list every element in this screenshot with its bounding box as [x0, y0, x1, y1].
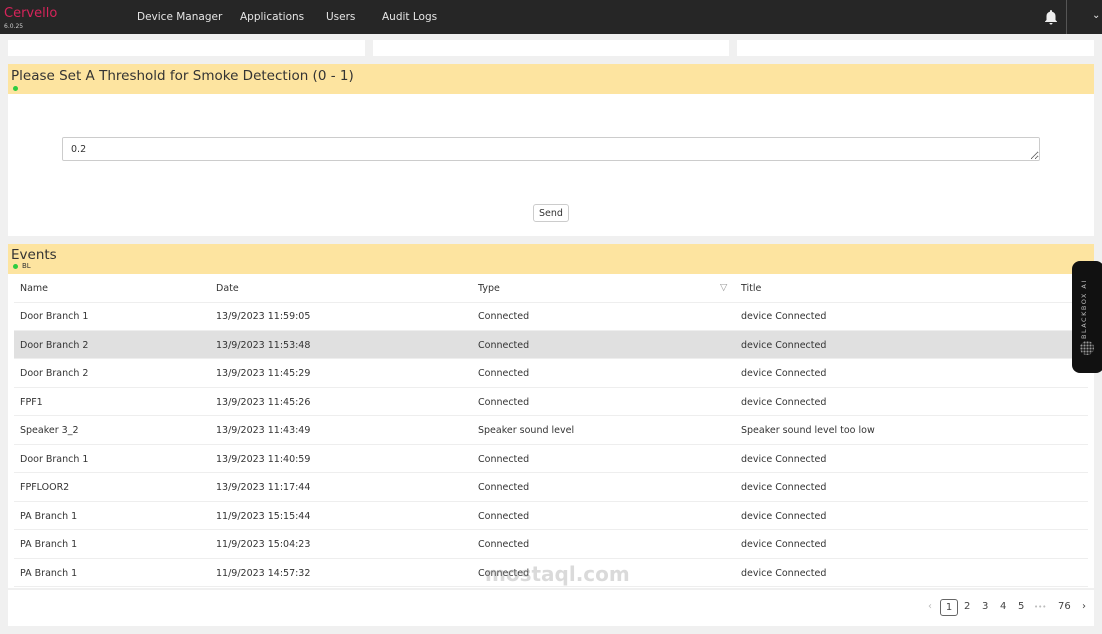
- events-panel: Events BL Name Date Type ▽ Title Door Br…: [8, 244, 1094, 588]
- cell-name: Door Branch 1: [20, 453, 89, 465]
- cell-name: PA Branch 1: [20, 567, 78, 579]
- cell-date: 13/9/2023 11:53:48: [216, 339, 311, 351]
- threshold-title: Please Set A Threshold for Smoke Detecti…: [11, 68, 354, 84]
- status-dot: [13, 86, 18, 91]
- blackbox-widget[interactable]: BLACKBOX AI: [1072, 261, 1102, 373]
- cell-name: Speaker 3_2: [20, 425, 79, 436]
- prev-page-icon[interactable]: ‹: [928, 601, 932, 612]
- page-2[interactable]: 2: [964, 601, 970, 612]
- send-button[interactable]: Send: [533, 204, 569, 222]
- col-name[interactable]: Name: [20, 283, 48, 294]
- cell-date: 11/9/2023 14:57:32: [216, 567, 311, 579]
- nav-applications[interactable]: Applications: [240, 11, 304, 23]
- table-row[interactable]: Door Branch 2 13/9/2023 11:53:48 Connected…: [14, 330, 1088, 359]
- page-1[interactable]: 1: [940, 599, 958, 616]
- bell-icon[interactable]: [1043, 9, 1059, 25]
- summary-card: [8, 40, 365, 56]
- cell-name: Door Branch 1: [20, 311, 89, 322]
- col-title[interactable]: Title: [741, 283, 761, 294]
- page-5[interactable]: 5: [1018, 601, 1024, 612]
- cell-title: device Connected: [741, 510, 827, 522]
- table-row[interactable]: FPF1 13/9/2023 11:45:26 Connected device Co…: [14, 388, 1088, 416]
- pagination: ‹ 1 2 3 4 5 ••• 76 ›: [8, 590, 1094, 626]
- cell-title: device Connected: [741, 539, 827, 550]
- cell-title: device Connected: [741, 311, 827, 322]
- cell-date: 11/9/2023 15:04:23: [216, 539, 311, 550]
- cell-date: 13/9/2023 11:45:29: [216, 368, 311, 379]
- widget-label: BLACKBOX AI: [1080, 279, 1088, 339]
- events-title: Events: [11, 247, 57, 263]
- summary-card: [737, 40, 1094, 56]
- cell-name: PA Branch 1: [20, 539, 78, 550]
- table-header: Name Date Type ▽ Title: [14, 274, 1088, 303]
- cell-title: device Connected: [741, 368, 827, 379]
- cell-type: Connected: [478, 453, 530, 465]
- cell-type: Connected: [478, 539, 530, 550]
- cell-date: 13/9/2023 11:17:44: [216, 482, 311, 493]
- cell-date: 11/9/2023 15:15:44: [216, 510, 311, 522]
- threshold-input[interactable]: 0.2: [62, 137, 1040, 161]
- status-dot: [13, 264, 18, 269]
- events-subtitle: BL: [22, 262, 31, 270]
- summary-card: [373, 40, 729, 56]
- cell-name: PA Branch 1: [20, 510, 78, 522]
- table-row[interactable]: Door Branch 2 13/9/2023 11:45:29 Connected…: [14, 359, 1088, 388]
- watermark: mostaql.com: [485, 562, 630, 586]
- top-nav: Cervello 6.0.25 Device Manager Applicati…: [0, 0, 1102, 34]
- cell-date: 13/9/2023 11:59:05: [216, 311, 311, 322]
- cell-type: Connected: [478, 482, 530, 493]
- cell-title: device Connected: [741, 453, 827, 465]
- cell-type: Connected: [478, 339, 530, 351]
- cell-title: device Connected: [741, 396, 827, 408]
- cell-date: 13/9/2023 11:43:49: [216, 425, 311, 436]
- cell-type: Connected: [478, 396, 530, 408]
- table-row[interactable]: Door Branch 1 13/9/2023 11:40:59 Connected…: [14, 445, 1088, 473]
- filter-icon[interactable]: ▽: [720, 282, 727, 293]
- chevron-down-icon[interactable]: ⌄: [1092, 10, 1100, 21]
- threshold-panel: Please Set A Threshold for Smoke Detecti…: [8, 64, 1094, 236]
- nav-divider: [1066, 0, 1067, 34]
- nav-users[interactable]: Users: [326, 11, 355, 23]
- cell-type: Connected: [478, 368, 530, 379]
- cell-type: Connected: [478, 510, 530, 522]
- cell-date: 13/9/2023 11:45:26: [216, 396, 311, 408]
- table-row[interactable]: Door Branch 1 13/9/2023 11:59:05 Connected…: [14, 302, 1088, 331]
- cell-type: Speaker sound level: [478, 425, 575, 436]
- table-row[interactable]: PA Branch 1 11/9/2023 15:04:23 Connected de…: [14, 530, 1088, 559]
- nav-device-manager[interactable]: Device Manager: [137, 11, 222, 23]
- col-date[interactable]: Date: [216, 283, 239, 294]
- page-3[interactable]: 3: [982, 601, 988, 612]
- table-row[interactable]: Speaker 3_2 13/9/2023 11:43:49 Speaker sou…: [14, 416, 1088, 445]
- events-header: Events BL: [8, 244, 1094, 274]
- blackbox-logo-icon: [1080, 341, 1094, 355]
- col-type[interactable]: Type: [478, 283, 500, 294]
- cell-title: device Connected: [741, 482, 827, 493]
- cell-name: FPFLOOR2: [20, 482, 70, 493]
- nav-audit-logs[interactable]: Audit Logs: [382, 11, 437, 23]
- version-label: 6.0.25: [4, 23, 24, 30]
- cell-title: Speaker sound level too low: [741, 425, 875, 436]
- brand-logo[interactable]: Cervello: [4, 6, 57, 21]
- cell-name: Door Branch 2: [20, 368, 89, 379]
- cell-name: FPF1: [20, 396, 43, 408]
- page-4[interactable]: 4: [1000, 601, 1006, 612]
- page-ellipsis[interactable]: •••: [1034, 603, 1046, 611]
- table-row[interactable]: PA Branch 1 11/9/2023 15:15:44 Connected de…: [14, 502, 1088, 530]
- threshold-header: Please Set A Threshold for Smoke Detecti…: [8, 64, 1094, 94]
- cell-name: Door Branch 2: [20, 339, 89, 351]
- page-last[interactable]: 76: [1058, 601, 1071, 612]
- cell-type: Connected: [478, 311, 530, 322]
- cell-title: device Connected: [741, 339, 827, 351]
- cell-date: 13/9/2023 11:40:59: [216, 453, 311, 465]
- next-page-icon[interactable]: ›: [1082, 601, 1086, 612]
- table-row[interactable]: FPFLOOR2 13/9/2023 11:17:44 Connected devic…: [14, 473, 1088, 502]
- cell-title: device Connected: [741, 567, 827, 579]
